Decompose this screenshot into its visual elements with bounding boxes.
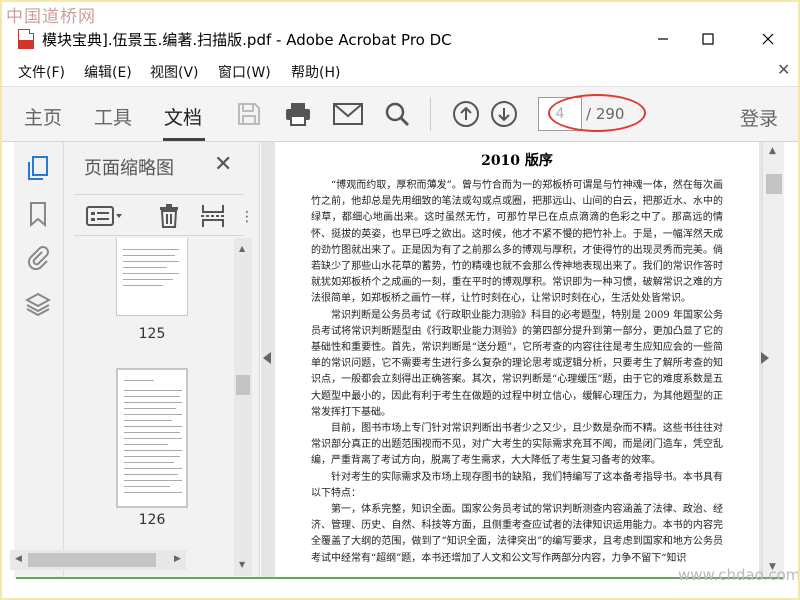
page-count-highlight [548, 94, 646, 132]
delete-icon[interactable] [158, 203, 180, 233]
bookmark-icon[interactable] [24, 200, 52, 228]
save-icon[interactable] [234, 99, 264, 129]
menu-help[interactable]: 帮助(H) [291, 62, 340, 82]
paragraph: 常识判断是公务员考试《行政职业能力测验》科目的必考题型，特别是 2009 年国家… [311, 309, 723, 418]
page-thumbnails-panel: 页面缩略图 ✕ ⋮ 125 126 ▲ ▼ [64, 142, 260, 578]
active-tab-indicator [163, 138, 205, 141]
menu-edit[interactable]: 编辑(E) [84, 62, 132, 82]
pdf-file-icon [18, 29, 34, 49]
paragraph: 目前，图书市场上专门针对常识判断出书者少之又少，且少数是杂而不精。这些书往往对常… [311, 423, 723, 467]
thumbnail-label: 126 [138, 512, 166, 528]
document-heading: 2010 版序 [481, 153, 553, 169]
layers-icon[interactable] [24, 290, 52, 318]
thumbnail-list: 125 126 [64, 238, 239, 568]
panel-close-icon[interactable]: ✕ [214, 152, 232, 177]
minimize-button[interactable] [641, 20, 685, 58]
watermark-bottom: www.chdao.com [678, 566, 800, 584]
menu-view[interactable]: 视图(V) [150, 62, 199, 82]
print-icon[interactable] [283, 99, 313, 129]
extract-pages-icon[interactable] [200, 203, 226, 233]
thumbnail-label: 125 [138, 326, 166, 342]
next-page-icon[interactable] [489, 99, 519, 129]
attachment-icon[interactable] [24, 244, 52, 272]
collapse-panel-arrow-icon[interactable] [262, 350, 274, 370]
search-icon[interactable] [382, 99, 412, 129]
toolbar-divider [430, 97, 431, 131]
menu-file[interactable]: 文件(F) [18, 62, 65, 82]
main-toolbar: 主页 工具 文档 4 / 290 登录 [0, 86, 800, 142]
email-icon[interactable] [333, 99, 363, 129]
left-navigation-rail [14, 142, 64, 578]
title-bar: 模块宝典].伍景玉.编著.扫描版.pdf - Adobe Acrobat Pro… [0, 20, 800, 58]
tab-home[interactable]: 主页 [24, 103, 62, 130]
close-document-icon[interactable]: ✕ [777, 60, 790, 79]
thumbnail-page-125[interactable] [116, 238, 188, 316]
login-button[interactable]: 登录 [740, 104, 778, 131]
page-thumbnails-icon[interactable] [24, 154, 52, 182]
thumbnail-page-126[interactable] [116, 368, 188, 508]
menu-bar: 文件(F) 编辑(E) 视图(V) 窗口(W) 帮助(H) ✕ [0, 58, 800, 84]
menu-window[interactable]: 窗口(W) [218, 62, 271, 82]
paragraph: 第一，体系完整，知识全面。国家公务员考试的常识判断测查内容涵盖了法律、政治、经济… [311, 504, 723, 564]
panel-horizontal-scrollbar[interactable]: ◀ ▶ [10, 550, 186, 570]
window-title: 模块宝典].伍景玉.编著.扫描版.pdf - Adobe Acrobat Pro… [42, 31, 452, 49]
close-window-button[interactable] [746, 20, 790, 58]
document-page: 2010 版序 “博观而约取，厚积而薄发”。曾与竹合而为一的郑板桥可谓是与竹神魂… [275, 142, 759, 578]
more-options-icon[interactable]: ⋮ [240, 209, 254, 225]
panel-toolbar: ⋮ [74, 194, 254, 236]
tab-document[interactable]: 文档 [164, 103, 202, 130]
previous-page-icon[interactable] [451, 99, 481, 129]
panel-vertical-scrollbar[interactable]: ▲ ▼ [234, 238, 252, 576]
paragraph: 针对考生的实际需求及市场上现存图书的缺陷，我们特编写了这本备考指导书。本书具有以… [311, 471, 723, 499]
tab-tools[interactable]: 工具 [94, 103, 132, 130]
thumbnail-options-icon[interactable] [86, 204, 124, 232]
expand-panel-arrow-icon[interactable] [760, 350, 772, 370]
status-line [16, 577, 784, 579]
document-body: “博观而约取，厚积而薄发”。曾与竹合而为一的郑板桥可谓是与竹神魂一体，然在每次画… [311, 178, 723, 567]
maximize-button[interactable] [686, 20, 730, 58]
panel-title: 页面缩略图 [84, 158, 174, 179]
paragraph: “博观而约取，厚积而薄发”。曾与竹合而为一的郑板桥可谓是与竹神魂一体，然在每次画… [311, 180, 723, 305]
